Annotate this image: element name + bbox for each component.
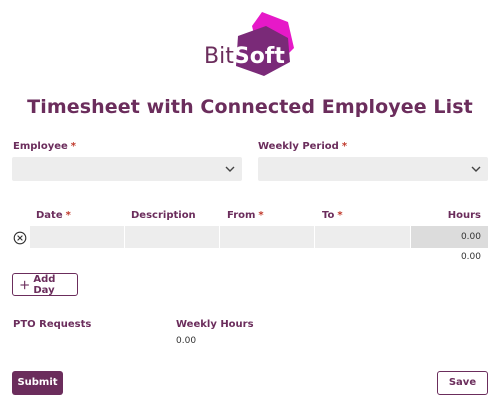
chevron-down-icon xyxy=(225,166,235,172)
to-input[interactable] xyxy=(315,226,410,248)
submit-button[interactable]: Submit xyxy=(12,371,63,395)
date-input[interactable] xyxy=(30,226,124,248)
page-title: Timesheet with Connected Employee List xyxy=(27,96,473,118)
logo-bit: Bit xyxy=(204,44,234,69)
employee-label: Employee * xyxy=(13,141,76,152)
employee-required-mark: * xyxy=(70,141,77,152)
add-day-label: Add Day xyxy=(33,273,56,296)
column-header-hours: Hours xyxy=(430,210,481,221)
weekly-period-required-mark: * xyxy=(341,141,348,152)
column-header-from-text: From xyxy=(227,210,256,221)
from-input[interactable] xyxy=(220,226,314,248)
description-input[interactable] xyxy=(125,226,219,248)
weekly-period-label: Weekly Period * xyxy=(258,141,347,152)
weekly-period-select[interactable] xyxy=(258,157,488,181)
date-required-mark: * xyxy=(65,210,71,221)
pto-requests-label: PTO Requests xyxy=(13,319,92,330)
hours-total: 0.00 xyxy=(460,252,481,262)
weekly-period-label-text: Weekly Period xyxy=(258,141,339,152)
chevron-down-icon xyxy=(471,166,481,172)
employee-select[interactable] xyxy=(12,157,242,181)
from-required-mark: * xyxy=(258,210,264,221)
hours-value-text: 0.00 xyxy=(460,232,481,242)
employee-label-text: Employee xyxy=(13,141,68,152)
column-header-date-text: Date xyxy=(36,210,63,221)
column-header-date: Date * xyxy=(36,210,71,221)
column-header-to: To * xyxy=(322,210,343,221)
hours-value: 0.00 xyxy=(411,226,488,248)
column-header-from: From * xyxy=(227,210,264,221)
column-header-hours-text: Hours xyxy=(447,210,481,221)
weekly-hours-value: 0.00 xyxy=(176,336,197,346)
weekly-hours-label: Weekly Hours xyxy=(176,319,254,330)
remove-row-icon[interactable] xyxy=(13,231,27,245)
plus-icon xyxy=(20,280,29,289)
column-header-to-text: To xyxy=(322,210,335,221)
bitsoft-logo: BitSoft xyxy=(200,10,300,80)
logo-text: BitSoft xyxy=(204,44,285,70)
to-required-mark: * xyxy=(337,210,343,221)
add-day-button[interactable]: Add Day xyxy=(12,273,78,296)
save-button[interactable]: Save xyxy=(437,371,488,395)
column-header-description: Description xyxy=(131,210,196,221)
column-header-description-text: Description xyxy=(131,210,196,221)
logo-soft: Soft xyxy=(233,44,285,69)
